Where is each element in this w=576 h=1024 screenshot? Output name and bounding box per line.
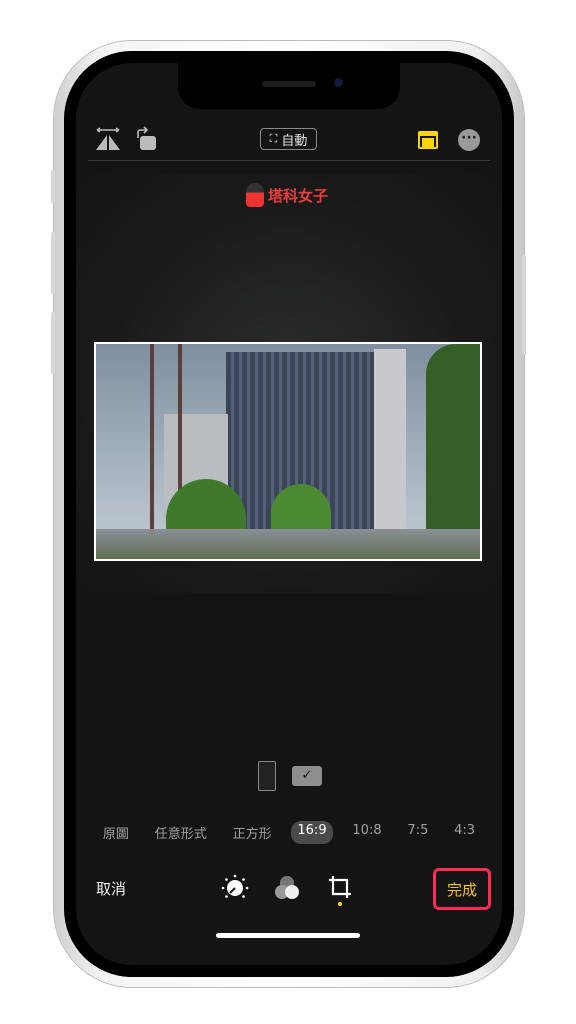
screen: ⛶ 自動 ··· 塔科女子 ✓ 原圖 任意形式 正方形 16:9 10:8 7:5… xyxy=(76,63,502,965)
ground xyxy=(96,529,480,559)
ratio-original[interactable]: 原圖 xyxy=(97,821,135,844)
ratio-7-5[interactable]: 7:5 xyxy=(401,821,434,844)
divider xyxy=(88,160,490,161)
side-button xyxy=(522,255,526,355)
done-button[interactable]: 完成 xyxy=(433,868,491,910)
filters-icon[interactable] xyxy=(273,874,301,902)
ratio-4-3[interactable]: 4:3 xyxy=(448,821,481,844)
photo-crop-area[interactable] xyxy=(94,342,482,561)
flip-horizontal-icon[interactable] xyxy=(95,126,121,152)
expand-icon: ⛶ xyxy=(269,132,278,145)
adjust-icon[interactable] xyxy=(221,874,249,902)
crop-icon[interactable] xyxy=(326,873,354,907)
portrait-icon[interactable] xyxy=(258,761,276,791)
notch xyxy=(178,63,400,109)
building-side xyxy=(374,349,406,534)
avatar xyxy=(246,183,264,207)
aspect-ratio-icon[interactable] xyxy=(418,131,438,149)
silent-switch xyxy=(51,170,55,204)
camera xyxy=(334,78,343,87)
rotate-icon[interactable] xyxy=(134,126,160,152)
volume-down-button xyxy=(51,312,55,374)
ratio-16-9[interactable]: 16:9 xyxy=(291,821,333,844)
volume-up-button xyxy=(51,232,55,294)
ratio-square[interactable]: 正方形 xyxy=(227,821,278,844)
cancel-button[interactable]: 取消 xyxy=(96,878,126,899)
more-icon[interactable]: ··· xyxy=(458,129,480,151)
aspect-auto-button[interactable]: ⛶ 自動 xyxy=(260,128,317,150)
watermark-logo: 塔科女子 xyxy=(246,183,328,207)
ratio-picker: 原圖 任意形式 正方形 16:9 10:8 7:5 4:3 xyxy=(76,821,502,844)
home-indicator[interactable] xyxy=(216,933,360,938)
ratio-freeform[interactable]: 任意形式 xyxy=(149,821,213,844)
ratio-10-8[interactable]: 10:8 xyxy=(346,821,387,844)
landscape-icon[interactable]: ✓ xyxy=(292,766,322,786)
speaker xyxy=(262,81,316,87)
